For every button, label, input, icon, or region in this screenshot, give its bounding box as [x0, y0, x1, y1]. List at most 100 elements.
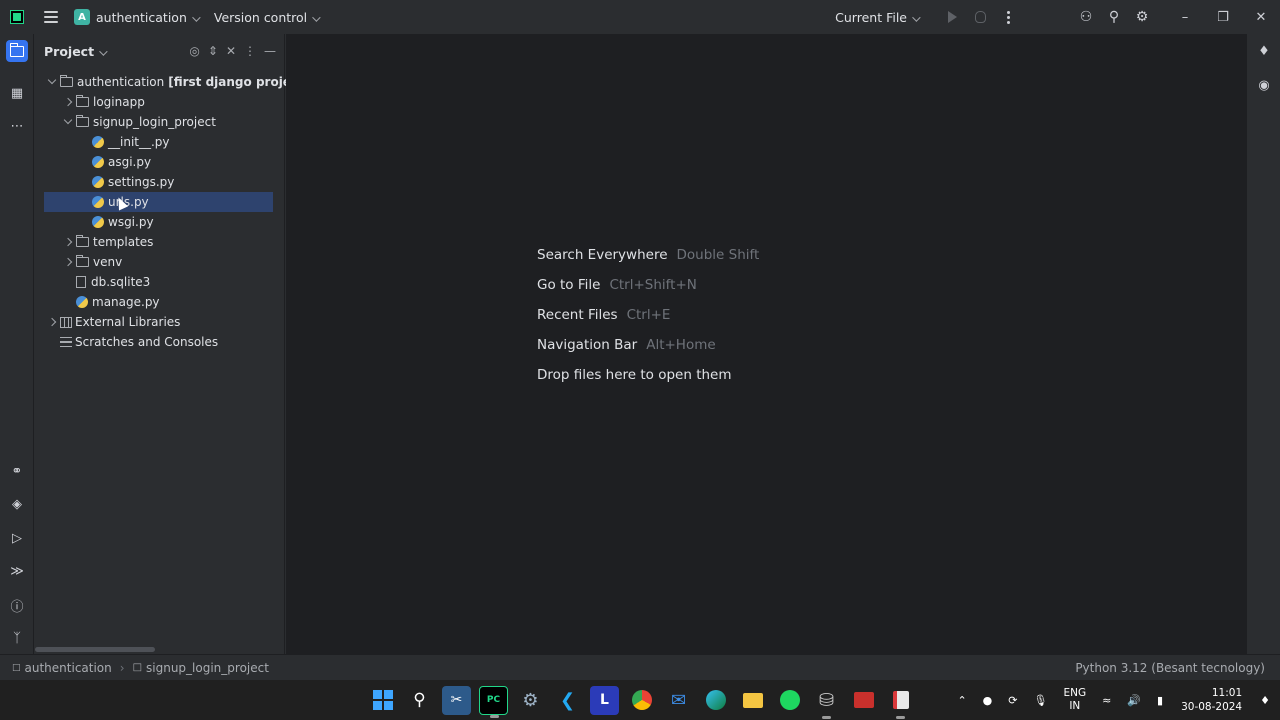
- run-configuration-select[interactable]: Current File: [835, 10, 921, 25]
- taskbar-mail[interactable]: ✉: [664, 686, 693, 715]
- taskbar-l-app[interactable]: L: [590, 685, 619, 715]
- tree-item[interactable]: venv: [35, 252, 285, 272]
- taskbar-edge[interactable]: [701, 686, 730, 715]
- tree-item[interactable]: wsgi.py: [35, 212, 285, 232]
- search-everywhere-button[interactable]: ⚲: [1100, 3, 1128, 31]
- notification-bell-icon[interactable]: ♦: [1260, 694, 1270, 707]
- services-tool-button[interactable]: ▷: [6, 527, 28, 549]
- terminal-tool-button[interactable]: ≫: [6, 560, 28, 582]
- project-panel-header: Project ◎ ⇕ ✕ ⋮ —: [35, 34, 284, 68]
- tree-item-label: venv: [93, 255, 123, 269]
- chevron-right-icon[interactable]: [44, 312, 60, 332]
- tree-item[interactable]: settings.py: [35, 172, 285, 192]
- tree-item-label: templates: [93, 235, 154, 249]
- collapse-all-icon[interactable]: ✕: [226, 44, 236, 58]
- taskbar-snip-app[interactable]: [886, 686, 915, 719]
- breadcrumb-child[interactable]: signup_login_project: [146, 661, 269, 675]
- locate-file-icon[interactable]: ◎: [189, 44, 199, 58]
- git-tool-button[interactable]: ᛉ: [6, 627, 28, 649]
- debug-button[interactable]: [966, 3, 994, 31]
- tree-item[interactable]: db.sqlite3: [35, 272, 285, 292]
- taskbar-pycharm[interactable]: PC: [479, 685, 508, 718]
- layers-icon: ◈: [12, 496, 22, 512]
- options-icon[interactable]: ⋮: [244, 44, 256, 58]
- taskbar-chrome[interactable]: [627, 686, 656, 715]
- hide-panel-icon[interactable]: —: [264, 44, 276, 58]
- tree-item[interactable]: authentication[first django project]C: [35, 72, 324, 92]
- python-file-icon: [76, 296, 88, 308]
- hint-shortcut: Double Shift: [676, 247, 760, 263]
- wifi-icon[interactable]: ≈: [1102, 694, 1111, 707]
- chevron-right-icon[interactable]: [60, 92, 76, 112]
- code-with-me-button[interactable]: ⚇: [1072, 3, 1100, 31]
- main-menu-icon[interactable]: [44, 11, 58, 23]
- tree-item[interactable]: loginapp: [35, 92, 285, 112]
- tree-item[interactable]: __init__.py: [35, 132, 285, 152]
- taskbar-search-button[interactable]: ⚲: [405, 686, 434, 715]
- gear-icon: ⚙: [1135, 9, 1149, 25]
- clock[interactable]: 11:01 30-08-2024: [1181, 686, 1242, 714]
- sync-icon[interactable]: ⟳: [1008, 694, 1017, 707]
- notifications-button[interactable]: ♦: [1253, 40, 1275, 62]
- settings-button[interactable]: ⚙: [1128, 3, 1156, 31]
- run-button[interactable]: [938, 3, 966, 31]
- layers-tool-button[interactable]: ◈: [6, 493, 28, 515]
- problems-tool-button[interactable]: ⓘ: [6, 594, 28, 616]
- left-tool-strip: ▦ ⋯ ⚭ ◈ ▷ ≫ ⓘ ᛉ: [0, 34, 34, 654]
- tree-item[interactable]: External Libraries: [35, 312, 285, 332]
- start-button[interactable]: [368, 686, 397, 715]
- ai-assistant-button[interactable]: ◉: [1253, 74, 1275, 96]
- structure-tool-button[interactable]: ▦: [6, 82, 28, 104]
- expand-all-icon[interactable]: ⇕: [208, 44, 218, 58]
- editor-area[interactable]: Search Everywhere Double Shift Go to File C…: [286, 34, 1246, 654]
- language-indicator[interactable]: ENG IN: [1063, 687, 1086, 713]
- taskbar-database-app[interactable]: ⛁: [812, 686, 841, 719]
- tree-item[interactable]: signup_login_project: [35, 112, 285, 132]
- project-tool-window: Project ◎ ⇕ ✕ ⋮ — authentication [first d…: [35, 34, 324, 654]
- project-switcher[interactable]: authentication: [96, 10, 201, 25]
- tray-app-icon[interactable]: ●: [983, 694, 993, 707]
- project-view-select[interactable]: Project: [44, 44, 108, 59]
- taskbar-spotify[interactable]: [775, 686, 804, 715]
- microphone-icon[interactable]: 🎙: [1034, 694, 1048, 707]
- battery-icon[interactable]: ▮: [1157, 694, 1163, 707]
- tree-item-label: signup_login_project: [93, 115, 216, 129]
- empty-editor-hints: Search Everywhere Double Shift Go to File C…: [537, 240, 759, 390]
- project-tool-button[interactable]: [6, 40, 28, 62]
- pycharm-icon: PC: [486, 695, 501, 705]
- restore-button[interactable]: ❐: [1204, 0, 1242, 34]
- more-actions-button[interactable]: [994, 3, 1022, 31]
- editor-hint: Search Everywhere Double Shift: [537, 240, 759, 270]
- chevron-up-icon[interactable]: ⌃: [957, 694, 966, 707]
- close-button[interactable]: ✕: [1242, 0, 1280, 34]
- horizontal-scrollbar[interactable]: [35, 647, 155, 652]
- chevron-right-icon[interactable]: [60, 252, 76, 272]
- version-control-menu[interactable]: Version control: [214, 10, 321, 25]
- tree-item[interactable]: templates: [35, 232, 285, 252]
- taskbar-vscode[interactable]: ❮: [553, 686, 582, 715]
- library-icon: [60, 316, 72, 328]
- chevron-down-icon[interactable]: [44, 72, 60, 92]
- tree-item[interactable]: urls.py: [44, 192, 273, 212]
- python-interpreter-widget[interactable]: Python 3.12 (Besant tecnology): [1075, 661, 1265, 675]
- taskbar-snipping-tool[interactable]: ✂: [442, 685, 471, 715]
- chevron-down-icon[interactable]: [60, 112, 76, 132]
- taskbar-file-explorer[interactable]: [738, 686, 767, 715]
- system-tray: ⌃ ● ⟳ 🎙 ENG IN ≈ 🔊 ▮ 11:01 30-08-2024 ♦: [949, 680, 1280, 720]
- volume-icon[interactable]: 🔊: [1127, 694, 1141, 707]
- tree-item[interactable]: asgi.py: [35, 152, 285, 172]
- tree-item[interactable]: manage.py: [35, 292, 285, 312]
- python-packages-button[interactable]: ⚭: [6, 460, 28, 482]
- chevron-right-icon[interactable]: [60, 232, 76, 252]
- taskbar-red-app[interactable]: [849, 686, 878, 715]
- taskbar-settings[interactable]: ⚙: [516, 686, 545, 715]
- tree-item-label: settings.py: [108, 175, 175, 189]
- kebab-icon: [1006, 10, 1010, 24]
- tree-item[interactable]: Scratches and Consoles: [35, 332, 285, 352]
- more-tools-button[interactable]: ⋯: [6, 115, 28, 137]
- minimize-button[interactable]: –: [1166, 0, 1204, 34]
- breadcrumb-root[interactable]: authentication: [25, 661, 112, 675]
- project-badge[interactable]: A: [74, 9, 90, 25]
